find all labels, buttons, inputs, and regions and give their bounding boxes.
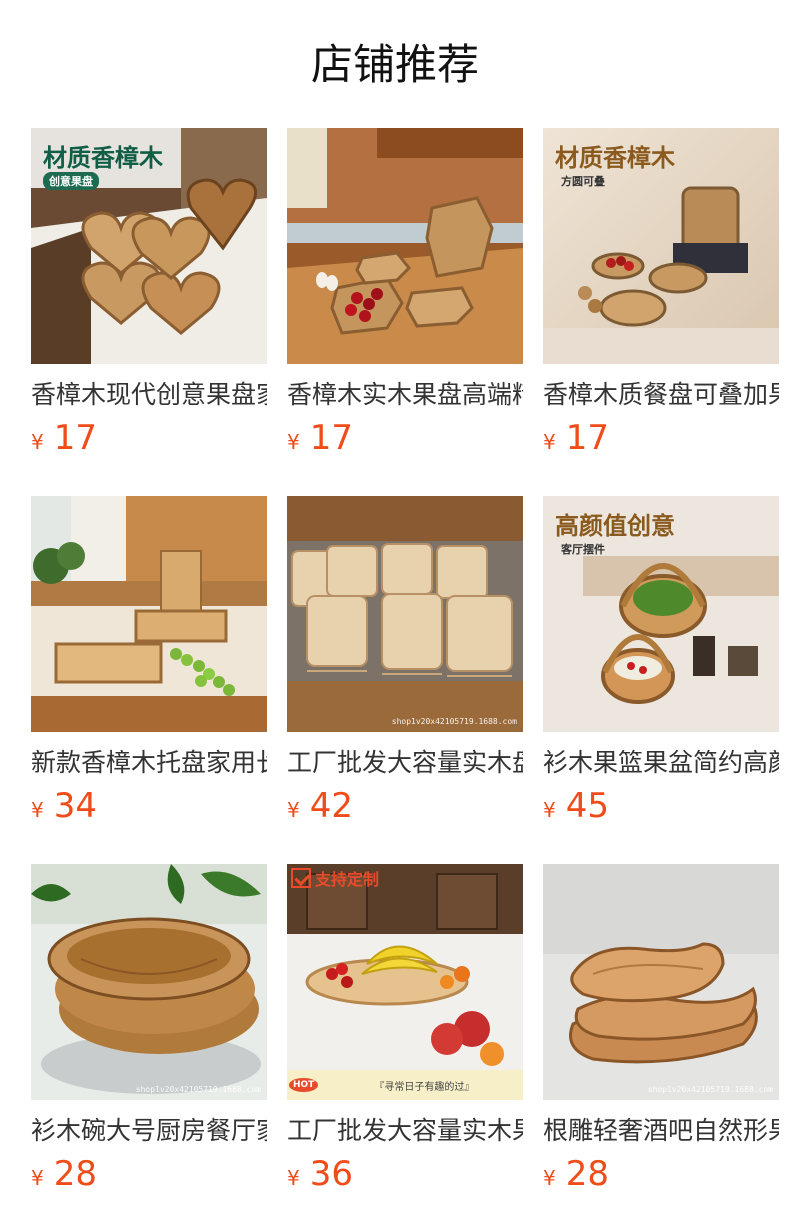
product-name[interactable]: 香樟木质餐盘可叠加果盘 bbox=[543, 378, 779, 412]
product-card[interactable]: 香樟木实木果盘高端精品 ¥ 17 bbox=[287, 128, 523, 492]
product-price: ¥ 28 bbox=[543, 1152, 779, 1196]
image-overlay-title: 材质香樟木 bbox=[43, 144, 163, 172]
price-value: 42 bbox=[309, 786, 353, 826]
product-name[interactable]: 新款香樟木托盘家用长方形 bbox=[31, 746, 267, 780]
currency-symbol: ¥ bbox=[287, 798, 300, 822]
price-value: 45 bbox=[565, 786, 609, 826]
product-card[interactable]: 材质香樟木 创意果盘 香樟木现代创意果盘家用 ¥ 17 bbox=[31, 128, 267, 492]
product-card[interactable]: 高颜值创意 客厅摆件 衫木果篮果盆简约高颜值 ¥ 45 bbox=[543, 496, 779, 860]
root-carving-tray-icon bbox=[543, 864, 779, 1100]
product-card[interactable]: 支持定制 HOT 『寻常日子有趣的过』 工厂批发大容量实木果盘 ¥ 36 bbox=[287, 864, 523, 1228]
image-overlay-subtitle: 客厅摆件 bbox=[561, 543, 605, 556]
product-image[interactable]: shop1v20x42105719.1688.com bbox=[287, 496, 523, 732]
product-price: ¥ 34 bbox=[31, 784, 267, 828]
product-card[interactable]: shop1v20x42105719.1688.com 衫木碗大号厨房餐厅家用 ¥… bbox=[31, 864, 267, 1228]
currency-symbol: ¥ bbox=[31, 430, 44, 454]
price-value: 17 bbox=[309, 418, 353, 458]
image-watermark: shop1v20x42105719.1688.com bbox=[135, 1085, 261, 1094]
product-price: ¥ 28 bbox=[31, 1152, 267, 1196]
product-card[interactable]: 材质香樟木 方圆可叠 香樟木质餐盘可叠加果盘 ¥ 17 bbox=[543, 128, 779, 492]
page-title: 店铺推荐 bbox=[310, 40, 479, 89]
rect-wood-tray-icon bbox=[31, 496, 267, 732]
currency-symbol: ¥ bbox=[31, 1166, 44, 1190]
product-image[interactable]: shop1v20x42105719.1688.com bbox=[543, 864, 779, 1100]
image-overlay-title: 高颜值创意 bbox=[555, 512, 675, 540]
price-value: 28 bbox=[565, 1154, 609, 1194]
shop-recommend-page: 店铺推荐 材质香樟木 创意果盘 香樟木现代创意果盘 ¥ 17 香樟木实木果盘高端… bbox=[0, 0, 790, 1232]
price-value: 36 bbox=[309, 1154, 353, 1194]
product-grid: 材质香樟木 创意果盘 香樟木现代创意果盘家用 ¥ 17 bbox=[31, 128, 779, 1228]
image-watermark: shop1v20x42105719.1688.com bbox=[391, 717, 517, 726]
product-image[interactable]: 材质香樟木 创意果盘 bbox=[31, 128, 267, 364]
product-image[interactable]: 高颜值创意 客厅摆件 bbox=[543, 496, 779, 732]
currency-symbol: ¥ bbox=[543, 430, 556, 454]
product-image[interactable] bbox=[31, 496, 267, 732]
price-value: 17 bbox=[565, 418, 609, 458]
image-watermark: shop1v20x42105719.1688.com bbox=[647, 1085, 773, 1094]
currency-symbol: ¥ bbox=[543, 798, 556, 822]
product-name[interactable]: 根雕轻奢酒吧自然形果盘 bbox=[543, 1114, 779, 1148]
product-price: ¥ 36 bbox=[287, 1152, 523, 1196]
product-price: ¥ 17 bbox=[543, 416, 779, 460]
octagon-wood-tray-icon bbox=[287, 128, 523, 364]
wood-bowl-icon bbox=[31, 864, 267, 1100]
customization-label: 支持定制 bbox=[315, 870, 380, 889]
product-name[interactable]: 衫木碗大号厨房餐厅家用 bbox=[31, 1114, 267, 1148]
product-price: ¥ 17 bbox=[31, 416, 267, 460]
currency-symbol: ¥ bbox=[31, 798, 44, 822]
image-overlay-subtitle: 创意果盘 bbox=[43, 172, 99, 190]
currency-symbol: ¥ bbox=[287, 430, 300, 454]
product-price: ¥ 45 bbox=[543, 784, 779, 828]
product-card[interactable]: shop1v20x42105719.1688.com 工厂批发大容量实木盘子 ¥… bbox=[287, 496, 523, 860]
currency-symbol: ¥ bbox=[287, 1166, 300, 1190]
product-image[interactable] bbox=[287, 128, 523, 364]
product-price: ¥ 17 bbox=[287, 416, 523, 460]
promo-strip: HOT 『寻常日子有趣的过』 bbox=[287, 1070, 523, 1100]
customization-badge: 支持定制 bbox=[291, 866, 379, 890]
product-card[interactable]: 新款香樟木托盘家用长方形 ¥ 34 bbox=[31, 496, 267, 860]
currency-symbol: ¥ bbox=[543, 1166, 556, 1190]
product-name[interactable]: 香樟木实木果盘高端精品 bbox=[287, 378, 523, 412]
product-name[interactable]: 香樟木现代创意果盘家用 bbox=[31, 378, 267, 412]
price-value: 28 bbox=[53, 1154, 97, 1194]
product-image[interactable]: shop1v20x42105719.1688.com bbox=[31, 864, 267, 1100]
product-name[interactable]: 工厂批发大容量实木果盘 bbox=[287, 1114, 523, 1148]
check-icon bbox=[291, 868, 311, 888]
promo-slogan: 『寻常日子有趣的过』 bbox=[368, 1075, 481, 1095]
image-overlay-subtitle: 方圆可叠 bbox=[561, 175, 605, 188]
hot-badge: HOT bbox=[289, 1078, 319, 1092]
price-value: 34 bbox=[53, 786, 97, 826]
product-card[interactable]: shop1v20x42105719.1688.com 根雕轻奢酒吧自然形果盘 ¥… bbox=[543, 864, 779, 1228]
product-image[interactable]: 支持定制 HOT 『寻常日子有趣的过』 bbox=[287, 864, 523, 1100]
price-value: 17 bbox=[53, 418, 97, 458]
product-image[interactable]: 材质香樟木 方圆可叠 bbox=[543, 128, 779, 364]
image-overlay-title: 材质香樟木 bbox=[555, 144, 675, 172]
product-name[interactable]: 衫木果篮果盆简约高颜值 bbox=[543, 746, 779, 780]
fruit-platter-icon bbox=[287, 864, 523, 1100]
product-price: ¥ 42 bbox=[287, 784, 523, 828]
product-name[interactable]: 工厂批发大容量实木盘子 bbox=[287, 746, 523, 780]
stacked-trays-icon bbox=[287, 496, 523, 732]
